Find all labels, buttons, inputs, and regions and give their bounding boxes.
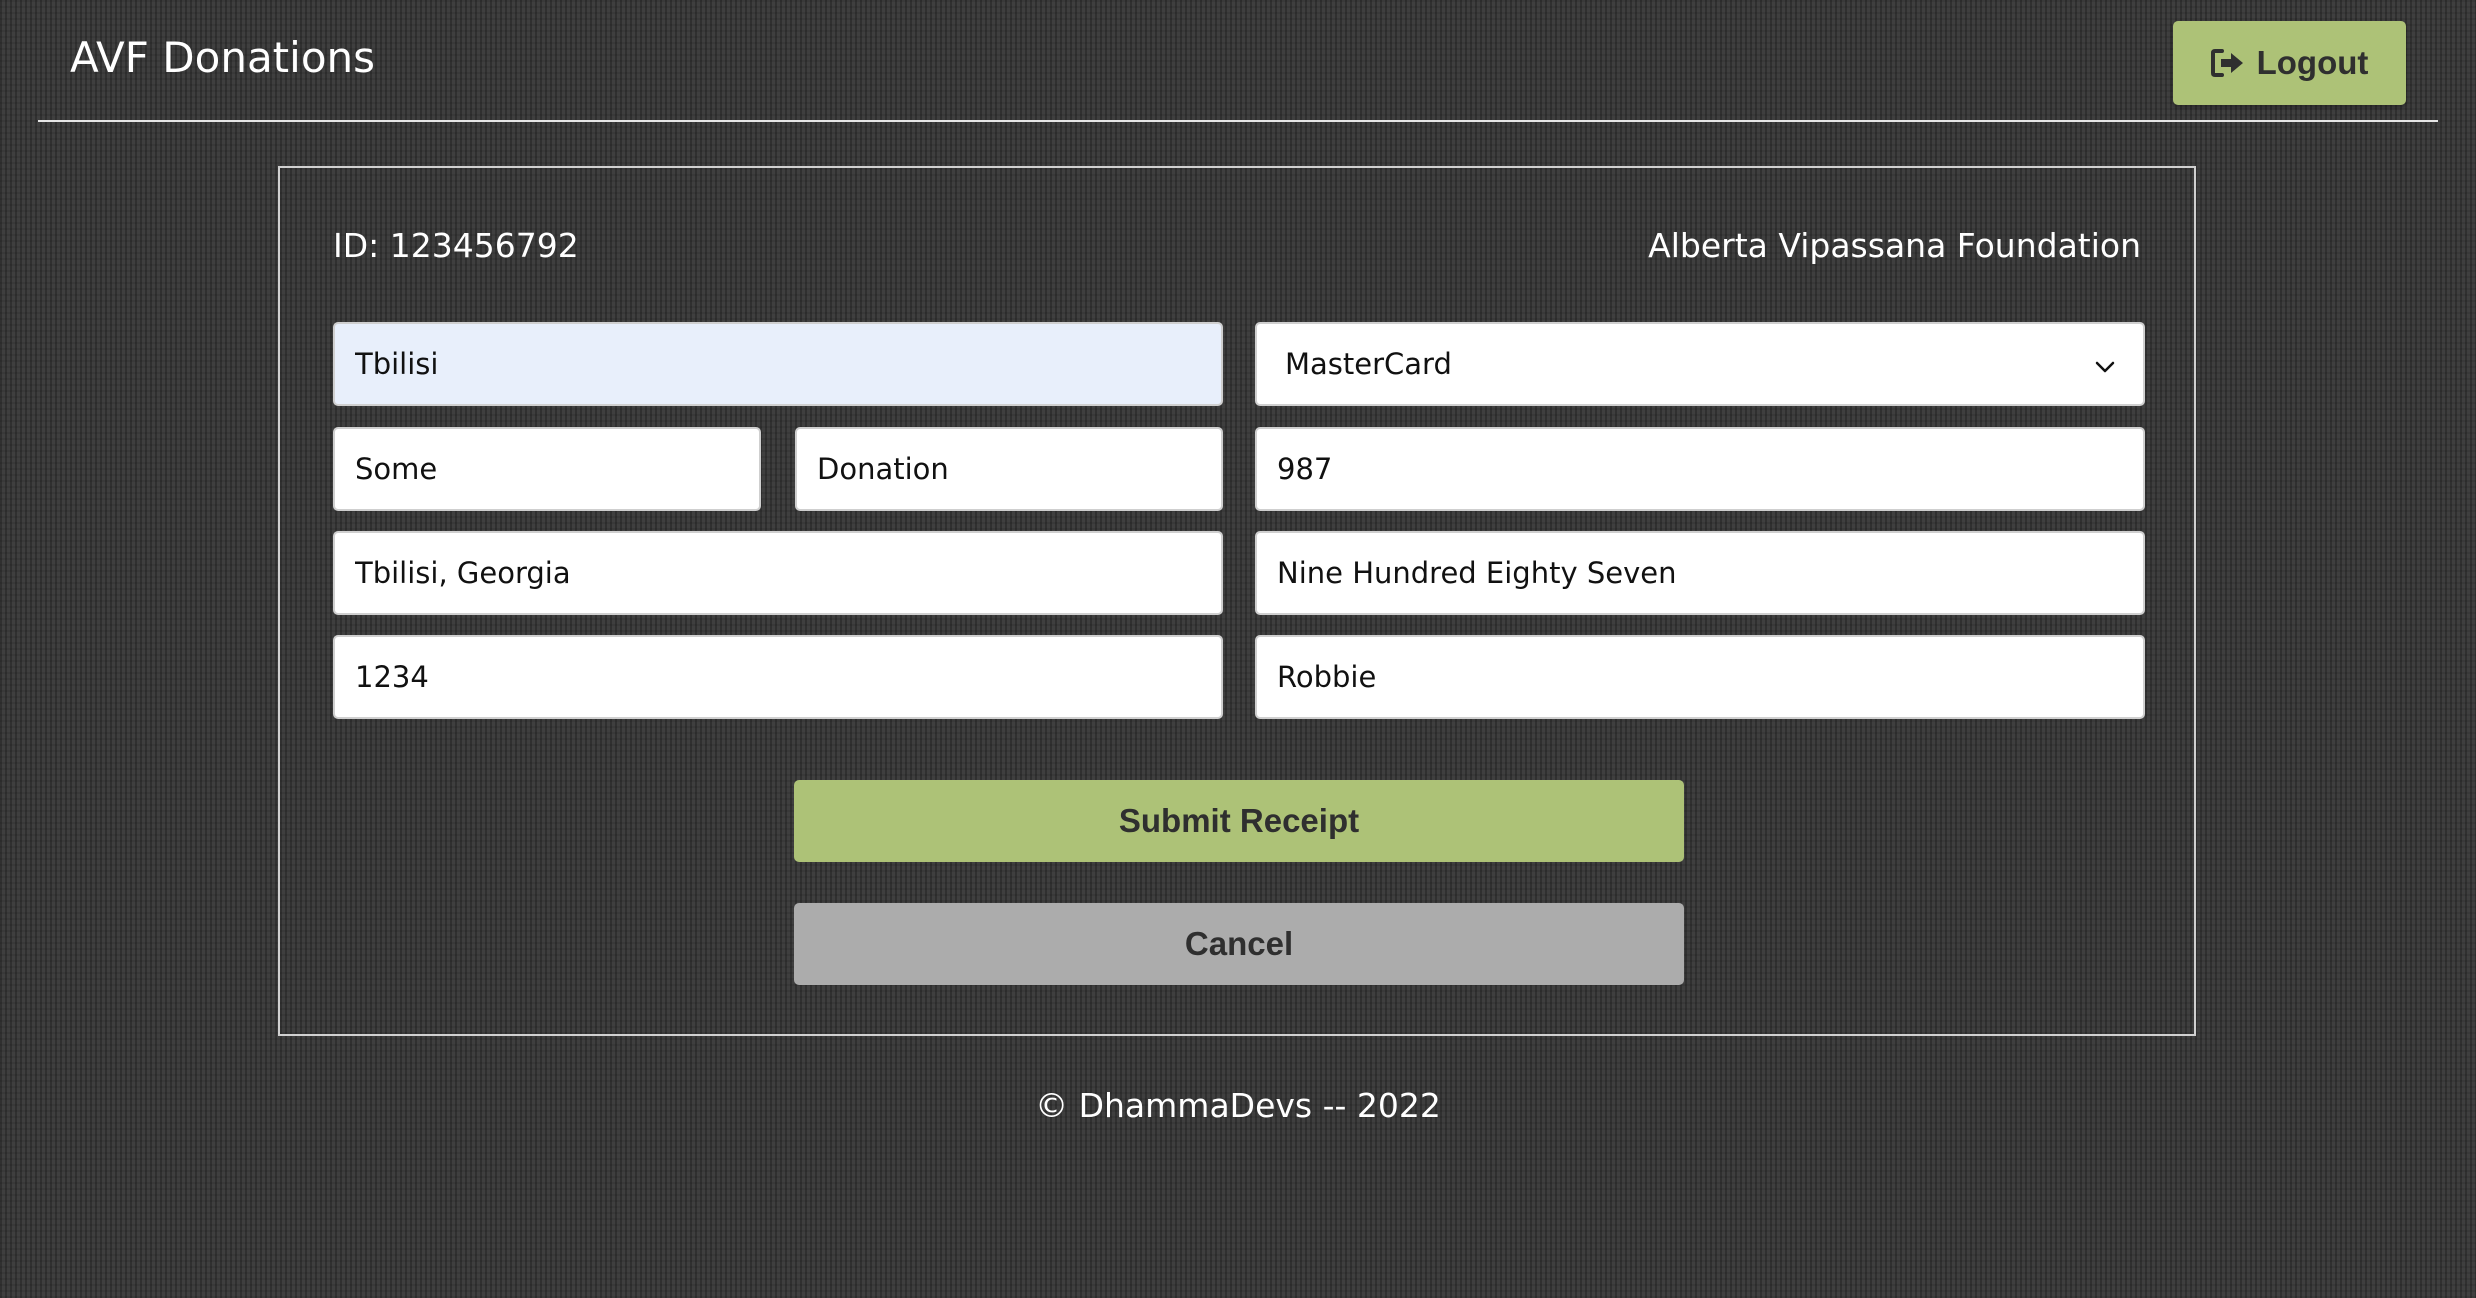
chevron-down-icon [2095,347,2115,381]
cancel-button[interactable]: Cancel [794,903,1684,985]
logout-label: Logout [2256,44,2369,81]
record-id: ID: 123456792 [333,226,579,265]
organization-name: Alberta Vipassana Foundation [1648,226,2141,265]
footer-copyright: © DhammaDevs -- 2022 [1035,1086,1441,1125]
last-name-input[interactable] [795,427,1223,511]
first-name-input[interactable] [333,427,761,511]
amount-in-words-input[interactable] [1255,531,2145,615]
city-input[interactable] [333,322,1223,406]
payment-method-select[interactable]: MasterCard [1255,322,2145,406]
issued-by-input[interactable] [1255,635,2145,719]
app-title: AVF Donations [70,33,376,82]
amount-input[interactable] [1255,427,2145,511]
submit-receipt-button[interactable]: Submit Receipt [794,780,1684,862]
postal-input[interactable] [333,635,1223,719]
receipt-form-card: ID: 123456792 Alberta Vipassana Foundati… [278,166,2196,1036]
header-divider [38,120,2438,122]
logout-button[interactable]: Logout [2173,21,2406,105]
payment-method-value: MasterCard [1285,347,1452,381]
address-input[interactable] [333,531,1223,615]
sign-out-icon [2210,48,2245,78]
